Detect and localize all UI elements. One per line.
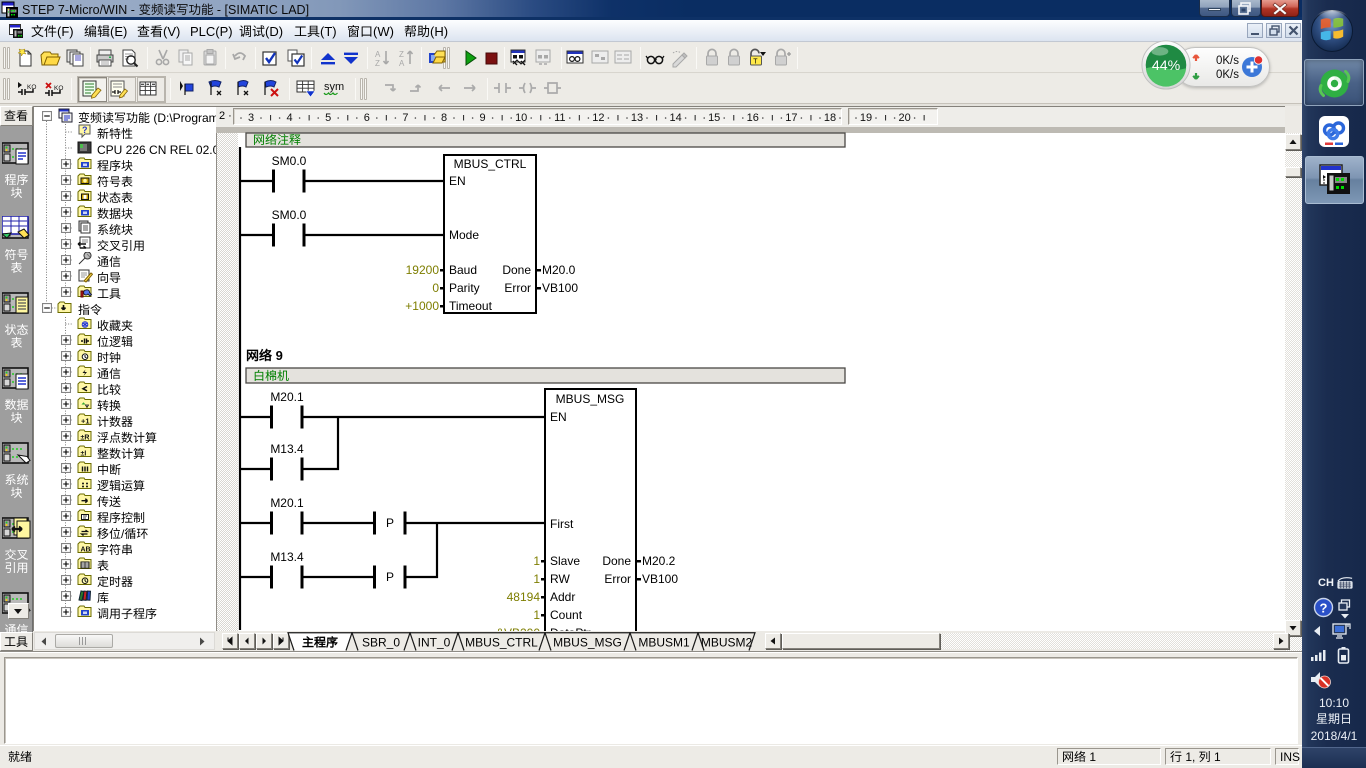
svg-text:Parity: Parity bbox=[449, 281, 480, 295]
svg-text:48194: 48194 bbox=[507, 590, 541, 604]
svg-text:AB: AB bbox=[81, 547, 91, 554]
svg-text:INT_0: INT_0 bbox=[418, 636, 451, 650]
svg-text:主程序: 主程序 bbox=[302, 636, 338, 650]
svg-text:KO: KO bbox=[54, 85, 63, 92]
svg-text:Addr: Addr bbox=[550, 590, 575, 604]
svg-text:sym: sym bbox=[324, 81, 344, 93]
svg-text:MBUS_MSG: MBUS_MSG bbox=[553, 636, 622, 650]
svg-text:11: 11 bbox=[554, 112, 565, 124]
svg-text:VB100: VB100 bbox=[542, 281, 578, 295]
svg-text:P: P bbox=[386, 570, 394, 584]
svg-text:Timeout: Timeout bbox=[449, 299, 493, 313]
svg-text:4: 4 bbox=[287, 112, 293, 124]
svg-text:M20.1: M20.1 bbox=[270, 390, 304, 404]
svg-text:14: 14 bbox=[669, 112, 681, 124]
svg-text:白棉机: 白棉机 bbox=[253, 369, 289, 383]
svg-text:EN: EN bbox=[449, 174, 466, 188]
svg-text:P: P bbox=[386, 516, 394, 530]
svg-text:13: 13 bbox=[631, 112, 643, 124]
svg-text:+1: +1 bbox=[81, 417, 90, 426]
svg-text:6: 6 bbox=[364, 112, 370, 124]
svg-text:M13.4: M13.4 bbox=[270, 442, 304, 456]
svg-text:网络 9: 网络 9 bbox=[246, 348, 283, 363]
svg-text:12: 12 bbox=[592, 112, 604, 124]
svg-text:MBUS_MSG: MBUS_MSG bbox=[556, 392, 625, 406]
svg-text:7: 7 bbox=[402, 112, 408, 124]
svg-text:KO: KO bbox=[27, 84, 36, 91]
svg-text:15: 15 bbox=[708, 112, 720, 124]
svg-text:1: 1 bbox=[533, 572, 540, 586]
svg-text:Done: Done bbox=[502, 263, 531, 277]
svg-text:0: 0 bbox=[432, 281, 439, 295]
svg-text:M13.4: M13.4 bbox=[270, 550, 304, 564]
svg-text:网络注释: 网络注释 bbox=[253, 133, 301, 147]
svg-text:8: 8 bbox=[441, 112, 447, 124]
svg-text:Slave: Slave bbox=[550, 554, 580, 568]
svg-text:T: T bbox=[753, 59, 758, 66]
svg-text:Done: Done bbox=[602, 554, 631, 568]
svg-text:16: 16 bbox=[747, 112, 759, 124]
svg-text:Error: Error bbox=[504, 281, 531, 295]
svg-text:+1000: +1000 bbox=[405, 299, 439, 313]
svg-text:MBUS_CTRL: MBUS_CTRL bbox=[454, 157, 527, 171]
svg-text:MBUSM1: MBUSM1 bbox=[638, 636, 690, 650]
svg-text:±R: ±R bbox=[81, 435, 90, 442]
svg-text:A: A bbox=[399, 59, 405, 68]
svg-text:9: 9 bbox=[480, 112, 486, 124]
svg-text:±I: ±I bbox=[81, 451, 87, 458]
svg-text:44%: 44% bbox=[1152, 57, 1181, 73]
svg-text:0K/s: 0K/s bbox=[1216, 55, 1239, 67]
svg-text:?: ? bbox=[82, 125, 88, 135]
svg-text:A: A bbox=[375, 50, 381, 59]
svg-text:?: ? bbox=[1320, 601, 1328, 616]
svg-text:0K/s: 0K/s bbox=[1216, 69, 1239, 81]
svg-text:SM0.0: SM0.0 bbox=[272, 208, 307, 222]
svg-text:5: 5 bbox=[325, 112, 331, 124]
svg-text:RW: RW bbox=[550, 572, 570, 586]
svg-text:First: First bbox=[550, 517, 574, 531]
svg-text:20: 20 bbox=[898, 112, 910, 124]
svg-text:Count: Count bbox=[550, 608, 583, 622]
svg-text:SBR_0: SBR_0 bbox=[362, 636, 400, 650]
svg-text:Error: Error bbox=[604, 572, 631, 586]
svg-text:3: 3 bbox=[248, 112, 254, 124]
svg-text:17: 17 bbox=[785, 112, 797, 124]
svg-text:M20.1: M20.1 bbox=[270, 496, 304, 510]
svg-text:1: 1 bbox=[533, 554, 540, 568]
svg-text:MBUS_CTRL: MBUS_CTRL bbox=[465, 636, 538, 650]
svg-text:Z: Z bbox=[375, 59, 380, 68]
svg-text:M20.2: M20.2 bbox=[642, 554, 676, 568]
svg-text:EN: EN bbox=[550, 410, 567, 424]
svg-text:Baud: Baud bbox=[449, 263, 477, 277]
svg-text:VB100: VB100 bbox=[642, 572, 678, 586]
svg-text:19: 19 bbox=[860, 112, 872, 124]
svg-text:M20.0: M20.0 bbox=[542, 263, 576, 277]
svg-text:19200: 19200 bbox=[406, 263, 440, 277]
svg-text:1: 1 bbox=[533, 608, 540, 622]
svg-text:MBUSM2: MBUSM2 bbox=[701, 636, 753, 650]
svg-text:Z: Z bbox=[399, 50, 404, 59]
svg-text:18: 18 bbox=[824, 112, 836, 124]
svg-text:10: 10 bbox=[515, 112, 527, 124]
svg-text:Mode: Mode bbox=[449, 228, 479, 242]
svg-text:SM0.0: SM0.0 bbox=[272, 154, 307, 168]
